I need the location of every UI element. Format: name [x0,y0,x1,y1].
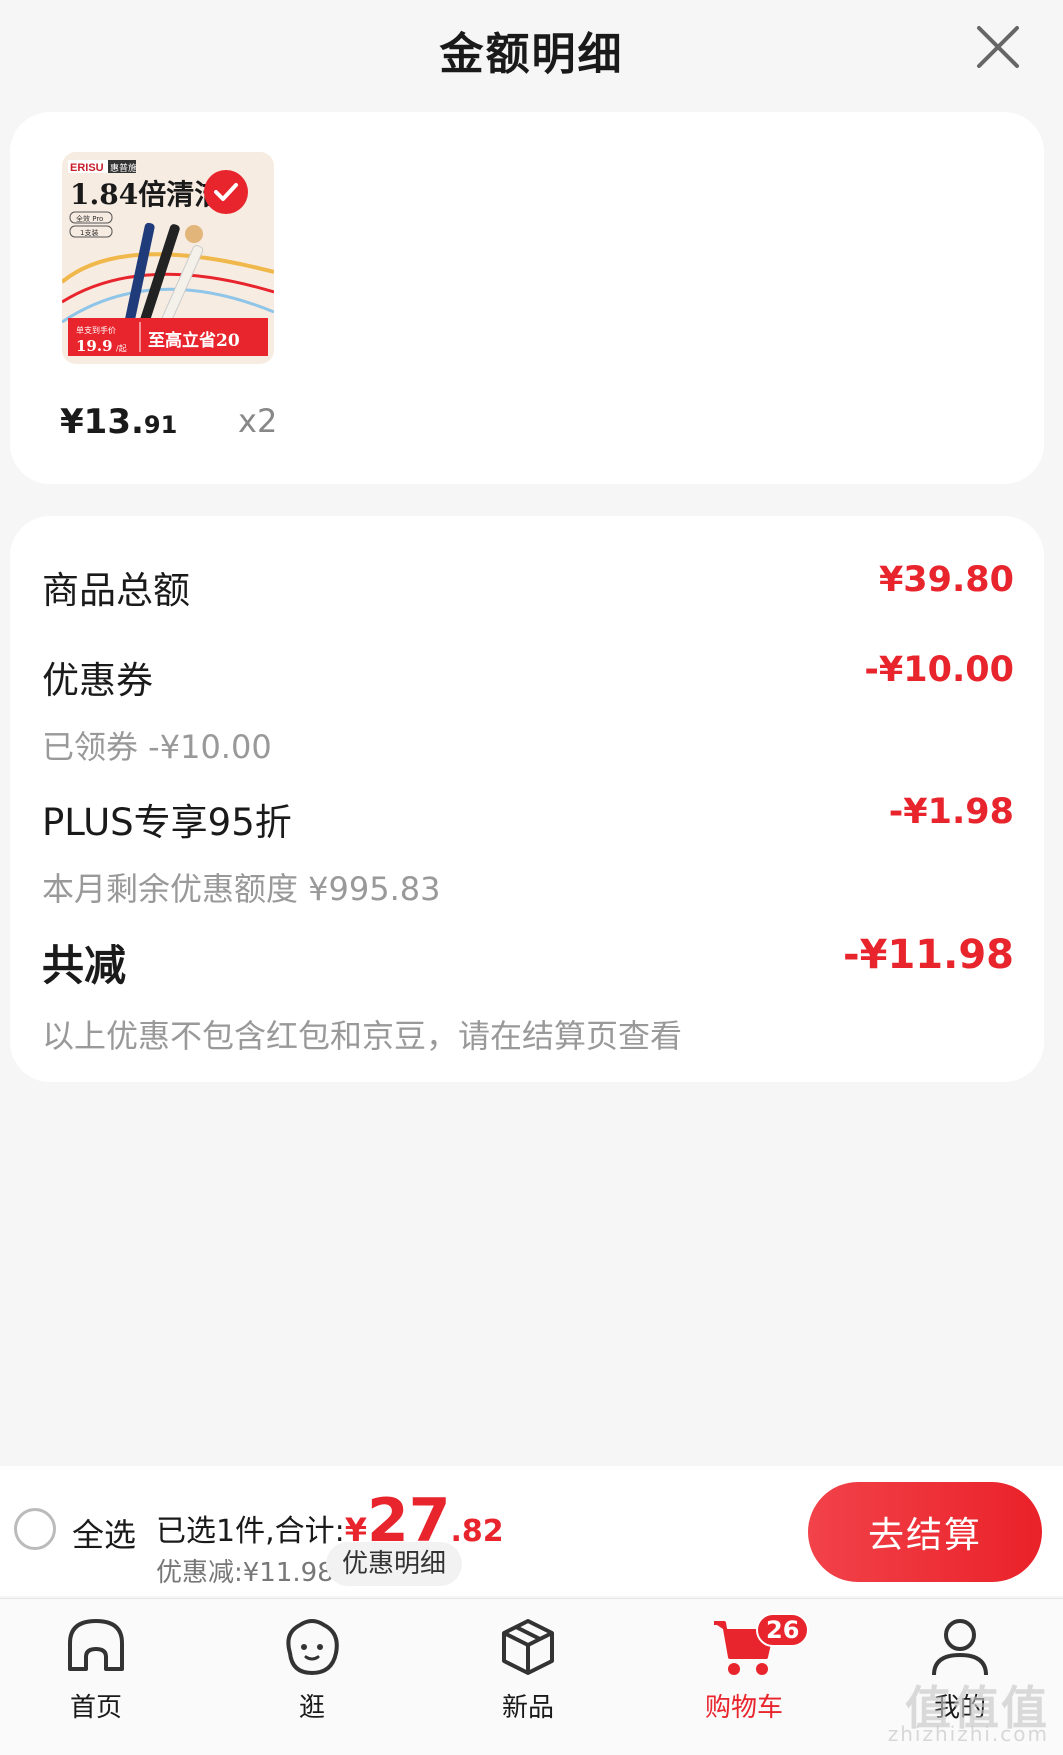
total-discount-value: -¥11.98 [843,932,1014,978]
coupon-row: 优惠券 已领券 -¥10.00 -¥10.00 [42,650,1014,768]
watermark-url: zhizhizhi.com [887,1722,1049,1746]
total-discount-row: 共减 以上优惠不包含红包和京豆，请在结算页查看 -¥11.98 [42,932,1014,1057]
goods-total-label: 商品总额 [42,569,190,612]
goods-total-value: ¥39.80 [878,560,1014,600]
tab-new-products-label: 新品 [501,1693,554,1723]
amount-summary-card: 商品总额 ¥39.80 优惠券 已领券 -¥10.00 -¥10.00 PLUS… [10,516,1044,1082]
profile-icon [932,1619,988,1676]
product-image-promo-unit: /起 [116,344,127,353]
checkout-bar: 全选 已选1件,合计:¥27.82 优惠减:¥11.98 优惠明细 去结算 [0,1466,1063,1596]
coupon-value: -¥10.00 [864,650,1014,690]
tab-home-label: 首页 [69,1693,122,1723]
product-image-spec-1: 全效 Pro [76,214,103,223]
product-image-promo-price: 19.9 [76,337,113,355]
tab-new-products[interactable]: 新品 [458,1599,598,1755]
product-price-int: ¥13. [60,402,144,442]
discount-amount: 优惠减:¥11.98 [156,1558,334,1588]
tab-home[interactable]: 首页 [26,1599,166,1755]
product-image-headline: 1.84倍清洁 [70,178,222,211]
tab-explore[interactable]: 逛 [242,1599,382,1755]
total-discount-note: 以上优惠不包含红包和京豆，请在结算页查看 [42,1017,683,1055]
tab-cart-label: 购物车 [704,1693,783,1723]
product-image-promo-label: 单支到手价 [76,325,116,335]
new-products-icon [502,1619,554,1675]
page-header: 金额明细 [0,0,1063,100]
discount-detail-button[interactable]: 优惠明细 [326,1542,463,1586]
goods-total-row: 商品总额 ¥39.80 [42,560,1014,614]
product-image-spec-2: 1支装 [80,228,98,237]
coupon-sub: 已领券 -¥10.00 [42,728,272,766]
plus-discount-value: -¥1.98 [888,792,1014,832]
close-icon[interactable] [973,22,1023,72]
plus-discount-label: PLUS专享95折 [42,801,292,844]
close-button[interactable] [973,22,1023,72]
product-image-brand: ERISU [70,162,104,174]
product-image-brand-tag: 惠普施 [110,162,137,174]
cart-badge: 26 [756,1613,810,1647]
product-price: ¥13.91 [60,402,177,442]
selected-check-icon [204,170,248,214]
explore-icon [286,1619,339,1676]
product-quantity: x2 [238,402,278,440]
select-all-checkbox[interactable] [14,1508,56,1550]
product-card: ERISU 惠普施 1.84倍清洁 全效 Pro 1支装 单支到手价 19.9 … [10,112,1044,484]
product-image-promo-save: 至高立省20 [148,330,240,351]
total-amount-dec: .82 [450,1514,504,1549]
tab-cart[interactable]: 26 购物车 [674,1599,814,1755]
plus-discount-row: PLUS专享95折 本月剩余优惠额度 ¥995.83 -¥1.98 [42,792,1014,910]
home-icon [68,1619,124,1671]
plus-discount-sub: 本月剩余优惠额度 ¥995.83 [42,870,441,908]
checkout-button[interactable]: 去结算 [808,1482,1042,1582]
tab-explore-label: 逛 [298,1693,325,1723]
selected-count-text: 已选1件,合计: [156,1514,345,1549]
page-title: 金额明细 [439,29,624,80]
product-price-dec: 91 [143,411,178,439]
select-all-label[interactable]: 全选 [72,1510,136,1556]
